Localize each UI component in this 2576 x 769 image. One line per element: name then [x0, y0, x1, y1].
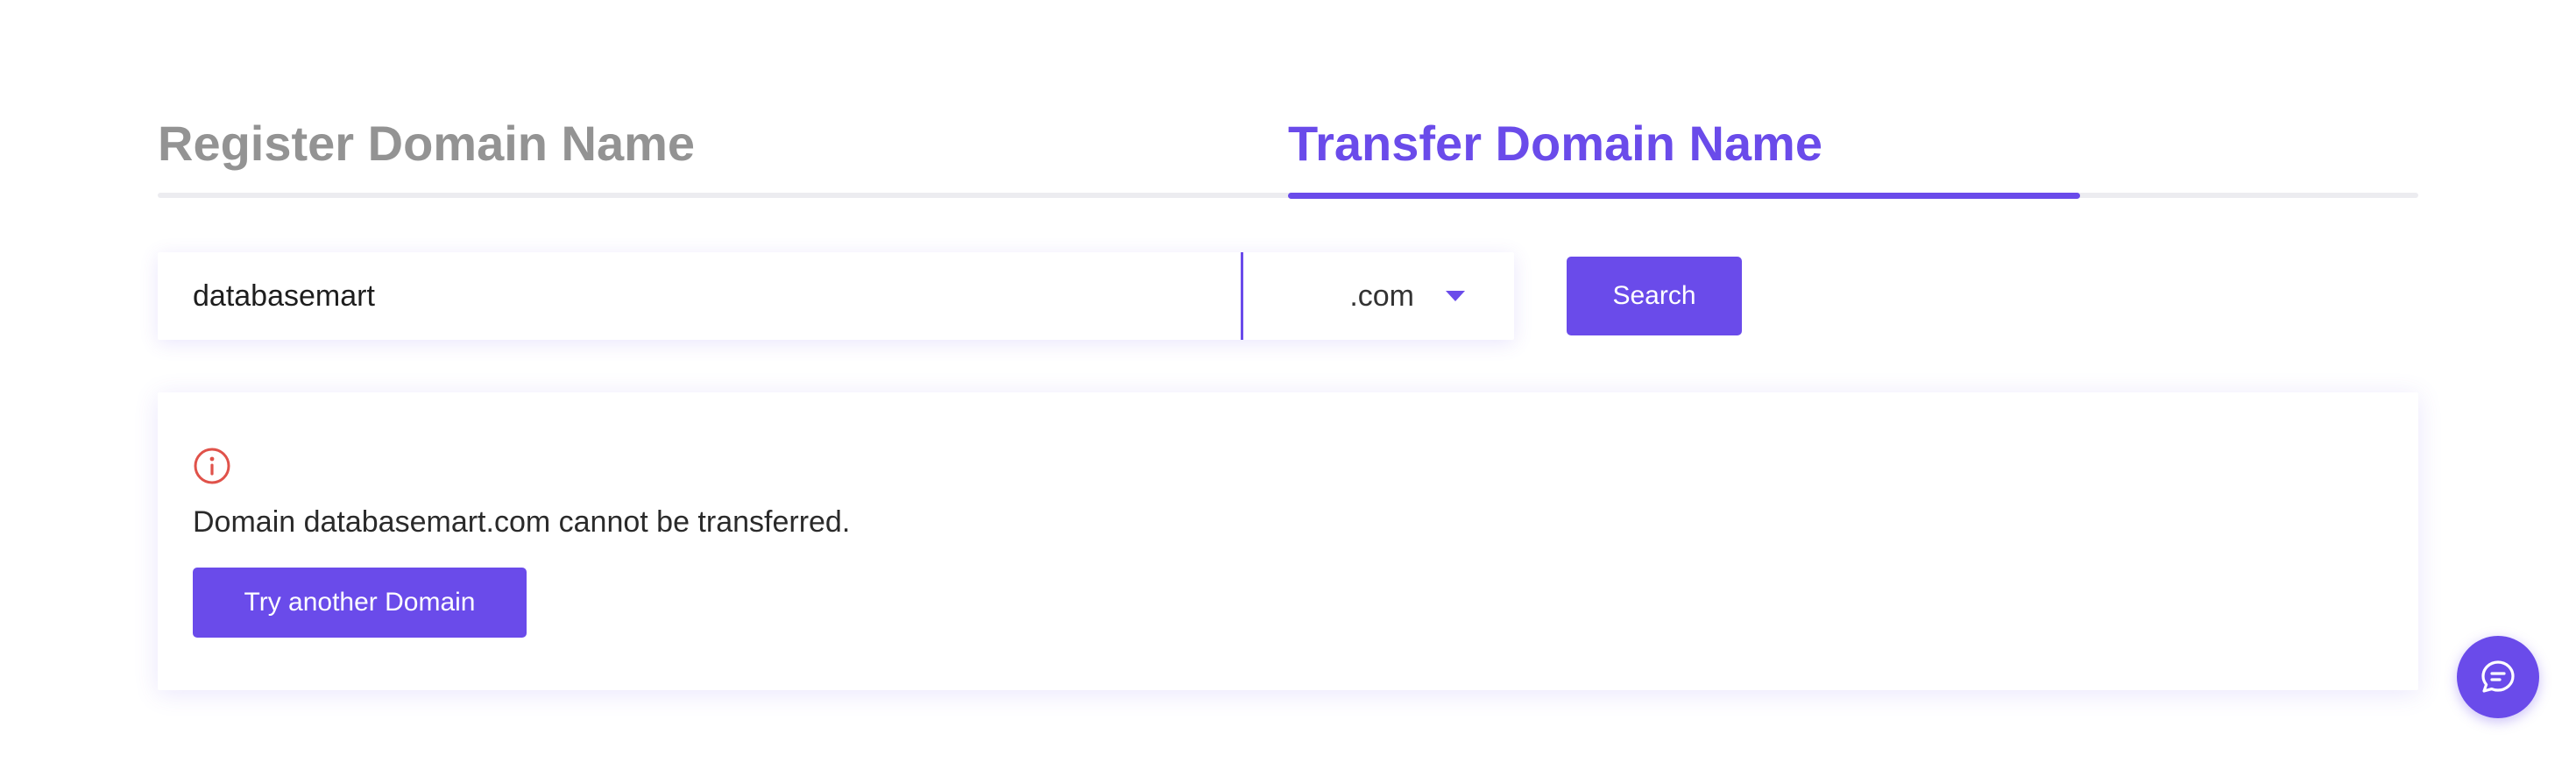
- domain-name-input[interactable]: [158, 252, 1241, 340]
- chat-bubble-icon: [2481, 660, 2515, 693]
- tld-dropdown[interactable]: .com: [1243, 252, 1514, 340]
- tld-selected-value: .com: [1349, 279, 1414, 313]
- domain-search-box: .com: [158, 252, 1514, 340]
- domain-transfer-page: Register Domain Name Transfer Domain Nam…: [0, 0, 2576, 769]
- active-tab-indicator: [1288, 193, 2080, 199]
- tab-transfer-domain[interactable]: Transfer Domain Name: [1288, 109, 1822, 179]
- result-message: Domain databasemart.com cannot be transf…: [193, 505, 851, 539]
- try-another-domain-button[interactable]: Try another Domain: [193, 568, 527, 638]
- domain-tabs: Register Domain Name Transfer Domain Nam…: [158, 109, 2418, 200]
- info-circle-icon: [194, 448, 230, 484]
- chat-button[interactable]: [2457, 636, 2539, 718]
- transfer-result-card: Domain databasemart.com cannot be transf…: [158, 392, 2418, 690]
- search-button[interactable]: Search: [1567, 257, 1742, 335]
- tab-register-domain[interactable]: Register Domain Name: [158, 109, 695, 179]
- caret-down-icon: [1446, 291, 1465, 301]
